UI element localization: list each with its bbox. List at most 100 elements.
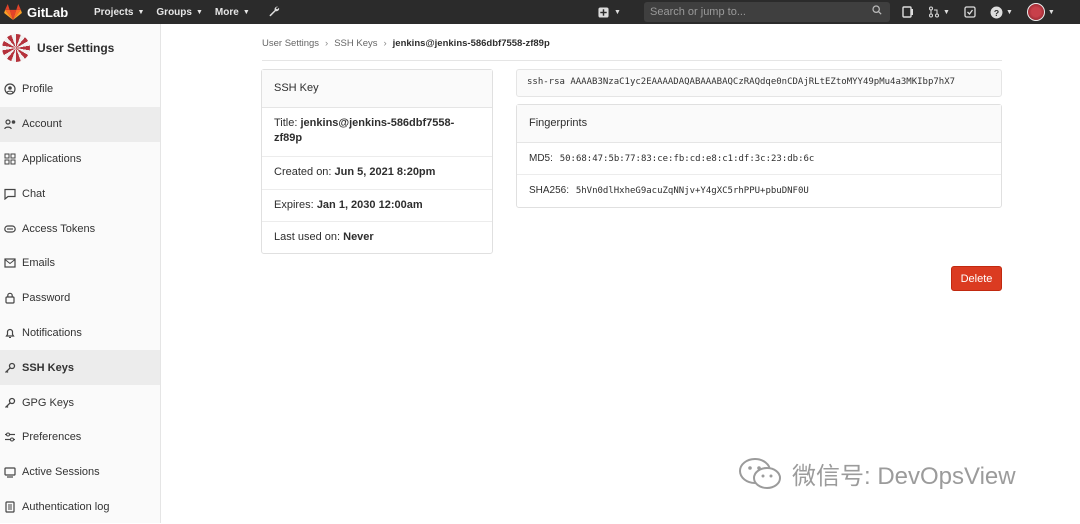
profile-icon: [4, 83, 16, 95]
help-dropdown[interactable]: ? ▼: [990, 6, 1013, 19]
key-expires-row: Expires: Jan 1, 2030 12:00am: [262, 190, 492, 222]
sidebar-item-label: GPG Keys: [22, 396, 74, 409]
sidebar-item-gpg-keys[interactable]: GPG Keys: [0, 385, 160, 420]
fingerprint-sha256-row: SHA256: 5hVn0dlHxheG9acuZqNNjv+Y4gXC5rhP…: [517, 175, 1001, 207]
nav-more-label: More: [214, 6, 239, 18]
sessions-icon: [4, 466, 16, 478]
sidebar-item-label: Preferences: [22, 431, 82, 444]
key-last-used-label: Last used on:: [274, 231, 341, 243]
settings-sidebar: User Settings Profile Account Applications…: [0, 24, 161, 523]
key-created-label: Created on:: [274, 166, 332, 178]
key-created-value: Jun 5, 2021 8:20pm: [334, 166, 436, 178]
admin-wrench-icon[interactable]: [268, 5, 280, 20]
top-navbar: GitLab Projects ▼ Groups ▼ More ▼ ▼ Sear…: [0, 0, 1080, 24]
watermark: 微信号: DevOpsView: [738, 456, 1016, 491]
log-icon: [4, 501, 16, 513]
key-expires-label: Expires:: [274, 199, 314, 211]
nav-projects-dropdown[interactable]: Projects ▼: [94, 7, 144, 18]
chevron-down-icon: ▼: [195, 8, 203, 16]
todos-icon[interactable]: [964, 6, 976, 18]
sidebar-item-ssh-keys[interactable]: SSH Keys: [0, 350, 160, 386]
svg-text:?: ?: [994, 7, 999, 17]
sidebar-item-label: Profile: [22, 83, 54, 96]
preferences-icon: [4, 431, 16, 443]
sidebar-item-profile[interactable]: Profile: [0, 72, 160, 107]
avatar: [2, 34, 30, 62]
nav-groups-dropdown[interactable]: Groups ▼: [156, 7, 203, 18]
chevron-down-icon: ▼: [614, 8, 621, 16]
chevron-right-icon: ›: [383, 38, 387, 49]
gitlab-logo-icon: [4, 4, 22, 20]
divider: [262, 60, 1002, 61]
sidebar-header[interactable]: User Settings: [0, 24, 160, 72]
sidebar-item-label: Active Sessions: [22, 466, 100, 479]
key-title-value: jenkins@jenkins-586dbf7558-zf89p: [274, 117, 455, 144]
sidebar-item-authentication-log[interactable]: Authentication log: [0, 490, 160, 524]
sidebar-item-applications[interactable]: Applications: [0, 142, 160, 177]
fingerprints-card: Fingerprints MD5: 50:68:47:5b:77:83:ce:f…: [516, 104, 1002, 208]
sidebar-item-active-sessions[interactable]: Active Sessions: [0, 455, 160, 490]
breadcrumb-user-settings[interactable]: User Settings: [262, 38, 319, 49]
key-created-row: Created on: Jun 5, 2021 8:20pm: [262, 157, 492, 190]
gitlab-home-link[interactable]: GitLab: [4, 4, 82, 20]
wechat-icon: [739, 457, 781, 489]
key-title-label: Title:: [274, 117, 298, 129]
key-expires-value: Jan 1, 2030 12:00am: [316, 199, 423, 211]
chevron-down-icon: ▼: [1005, 8, 1013, 16]
email-icon: [4, 257, 16, 269]
sidebar-item-emails[interactable]: Emails: [0, 246, 160, 281]
ssh-key-details-card: SSH Key Title: jenkins@jenkins-586dbf755…: [261, 69, 493, 254]
sidebar-item-label: Applications: [22, 152, 82, 165]
search-icon: [872, 5, 882, 18]
chevron-down-icon: ▼: [943, 8, 950, 16]
md5-value: 50:68:47:5b:77:83:ce:fb:cd:e8:c1:df:3c:2…: [559, 154, 815, 164]
sidebar-item-label: Authentication log: [22, 500, 110, 513]
sidebar-title: User Settings: [37, 41, 115, 55]
bell-icon: [4, 327, 16, 339]
search-box[interactable]: [644, 2, 890, 22]
breadcrumb: User Settings › SSH Keys › jenkins@jenki…: [262, 38, 550, 49]
sha256-label: SHA256:: [529, 185, 570, 196]
help-icon: ?: [990, 6, 1003, 18]
merge-request-icon: [929, 6, 939, 18]
key-last-used-value: Never: [343, 231, 374, 243]
plus-square-icon: [598, 6, 609, 18]
brand-name: GitLab: [27, 4, 69, 20]
nav-projects-label: Projects: [94, 6, 134, 18]
chevron-down-icon: ▼: [1047, 8, 1055, 16]
sidebar-item-access-tokens[interactable]: Access Tokens: [0, 211, 160, 246]
ssh-key-text[interactable]: ssh-rsa AAAAB3NzaC1yc2EAAAADAQABAAABAQCz…: [516, 69, 1002, 97]
sidebar-item-notifications[interactable]: Notifications: [0, 316, 160, 351]
sidebar-item-label: SSH Keys: [22, 361, 74, 374]
watermark-text: 微信号: DevOpsView: [792, 463, 1016, 490]
key-last-used-row: Last used on: Never: [262, 222, 492, 254]
sha256-value: 5hVn0dlHxheG9acuZqNNjv+Y4gXC5rhPPU+pbuDN…: [575, 186, 809, 196]
chevron-down-icon: ▼: [242, 8, 250, 16]
sidebar-item-password[interactable]: Password: [0, 281, 160, 316]
new-item-dropdown[interactable]: ▼: [598, 6, 621, 18]
key-icon: [4, 397, 16, 409]
fingerprints-header: Fingerprints: [517, 105, 1001, 143]
key-title-row: Title: jenkins@jenkins-586dbf7558-zf89p: [262, 108, 492, 157]
user-menu-dropdown[interactable]: ▼: [1026, 3, 1055, 21]
nav-groups-label: Groups: [156, 6, 192, 18]
sidebar-item-label: Access Tokens: [22, 222, 96, 235]
sidebar-item-label: Password: [22, 292, 71, 305]
sidebar-item-preferences[interactable]: Preferences: [0, 420, 160, 455]
issues-icon[interactable]: [902, 6, 914, 18]
sidebar-item-account[interactable]: Account: [0, 106, 160, 142]
merge-requests-dropdown[interactable]: ▼: [928, 6, 950, 18]
account-icon: [4, 118, 16, 130]
md5-label: MD5:: [529, 153, 553, 164]
chevron-down-icon: ▼: [137, 8, 145, 16]
chevron-right-icon: ›: [325, 38, 329, 49]
sidebar-item-chat[interactable]: Chat: [0, 176, 160, 211]
delete-button[interactable]: Delete: [951, 266, 1002, 291]
search-input[interactable]: [650, 6, 860, 18]
sidebar-item-label: Chat: [22, 187, 46, 200]
token-icon: [4, 223, 16, 235]
nav-more-dropdown[interactable]: More ▼: [215, 7, 250, 18]
breadcrumb-current[interactable]: jenkins@jenkins-586dbf7558-zf89p: [393, 38, 550, 49]
breadcrumb-ssh-keys[interactable]: SSH Keys: [334, 38, 377, 49]
card-header: SSH Key: [262, 70, 492, 108]
